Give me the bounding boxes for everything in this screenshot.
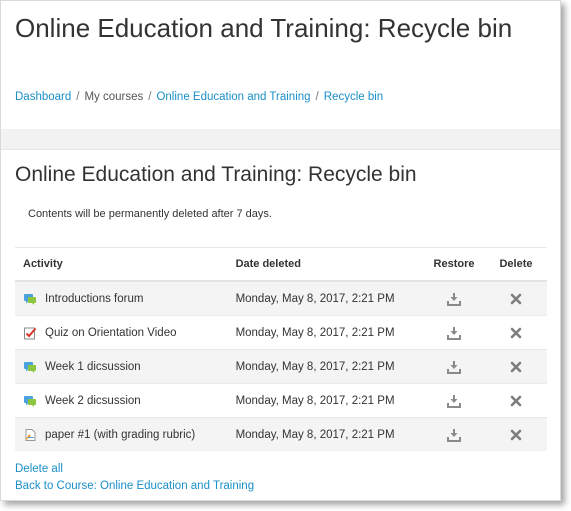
activity-name: Quiz on Orientation Video (45, 326, 177, 339)
table-row: paper #1 (with grading rubric) Monday, Ma… (15, 417, 547, 451)
restore-cell (423, 315, 485, 350)
page-title: Online Education and Training: Recycle b… (15, 13, 513, 43)
column-header-restore: Restore (423, 247, 485, 282)
activity-cell: Week 2 dicsussion (15, 383, 226, 418)
window: Online Education and Training: Recycle b… (0, 0, 561, 501)
column-header-date-deleted[interactable]: Date deleted (225, 247, 423, 282)
breadcrumb-separator: / (76, 91, 80, 103)
breadcrumb-dashboard[interactable]: Dashboard (15, 91, 71, 103)
restore-icon[interactable] (446, 291, 462, 307)
date-deleted: Monday, May 8, 2017, 2:21 PM (225, 315, 423, 350)
delete-cell (485, 383, 547, 418)
activity-name: Introductions forum (45, 292, 144, 305)
forum-icon (23, 292, 37, 306)
section-heading: Online Education and Training: Recycle b… (15, 163, 417, 186)
activity-name: Week 2 dicsussion (45, 394, 141, 407)
breadcrumb-my-courses: My courses (84, 91, 144, 103)
date-deleted: Monday, May 8, 2017, 2:21 PM (225, 417, 423, 451)
breadcrumb-recycle-bin[interactable]: Recycle bin (324, 91, 383, 103)
delete-icon[interactable] (508, 325, 524, 341)
restore-icon[interactable] (446, 393, 462, 409)
restore-icon[interactable] (446, 427, 462, 443)
date-deleted: Monday, May 8, 2017, 2:21 PM (225, 280, 423, 316)
delete-icon[interactable] (508, 393, 524, 409)
delete-cell (485, 315, 547, 350)
restore-cell (423, 280, 485, 316)
activity-name: Week 1 dicsussion (45, 360, 141, 373)
assignment-icon (23, 428, 37, 442)
date-deleted: Monday, May 8, 2017, 2:21 PM (225, 383, 423, 418)
delete-icon[interactable] (508, 359, 524, 375)
table-row: Week 1 dicsussion Monday, May 8, 2017, 2:… (15, 349, 547, 384)
forum-icon (23, 394, 37, 408)
delete-cell (485, 417, 547, 451)
breadcrumb-separator: / (148, 91, 152, 103)
activity-cell: Introductions forum (15, 280, 226, 316)
header-divider-band (1, 129, 560, 150)
deletion-notice: Contents will be permanently deleted aft… (28, 208, 272, 220)
activity-cell: paper #1 (with grading rubric) (15, 417, 226, 451)
restore-icon[interactable] (446, 325, 462, 341)
activity-cell: Quiz on Orientation Video (15, 315, 226, 350)
delete-icon[interactable] (508, 427, 524, 443)
delete-cell (485, 280, 547, 316)
back-to-course-link[interactable]: Back to Course: Online Education and Tra… (15, 478, 254, 495)
forum-icon (23, 360, 37, 374)
column-header-delete: Delete (485, 247, 547, 282)
column-header-activity[interactable]: Activity (15, 247, 226, 282)
breadcrumb-course[interactable]: Online Education and Training (156, 91, 310, 103)
activity-name: paper #1 (with grading rubric) (45, 428, 196, 441)
activity-cell: Week 1 dicsussion (15, 349, 226, 384)
delete-cell (485, 349, 547, 384)
restore-cell (423, 383, 485, 418)
footer-links: Delete all Back to Course: Online Educat… (15, 461, 254, 495)
table-row: Quiz on Orientation Video Monday, May 8, … (15, 315, 547, 350)
restore-cell (423, 349, 485, 384)
restore-icon[interactable] (446, 359, 462, 375)
recycle-bin-table: Activity Date deleted Restore Delete Int… (15, 247, 547, 451)
delete-all-link[interactable]: Delete all (15, 461, 254, 478)
restore-cell (423, 417, 485, 451)
date-deleted: Monday, May 8, 2017, 2:21 PM (225, 349, 423, 384)
table-row: Introductions forum Monday, May 8, 2017, … (15, 280, 547, 316)
breadcrumb: Dashboard / My courses / Online Education an… (15, 91, 383, 103)
breadcrumb-separator: / (315, 91, 319, 103)
quiz-icon (23, 326, 37, 340)
table-header-row: Activity Date deleted Restore Delete (15, 247, 547, 282)
table-row: Week 2 dicsussion Monday, May 8, 2017, 2:… (15, 383, 547, 418)
delete-icon[interactable] (508, 291, 524, 307)
